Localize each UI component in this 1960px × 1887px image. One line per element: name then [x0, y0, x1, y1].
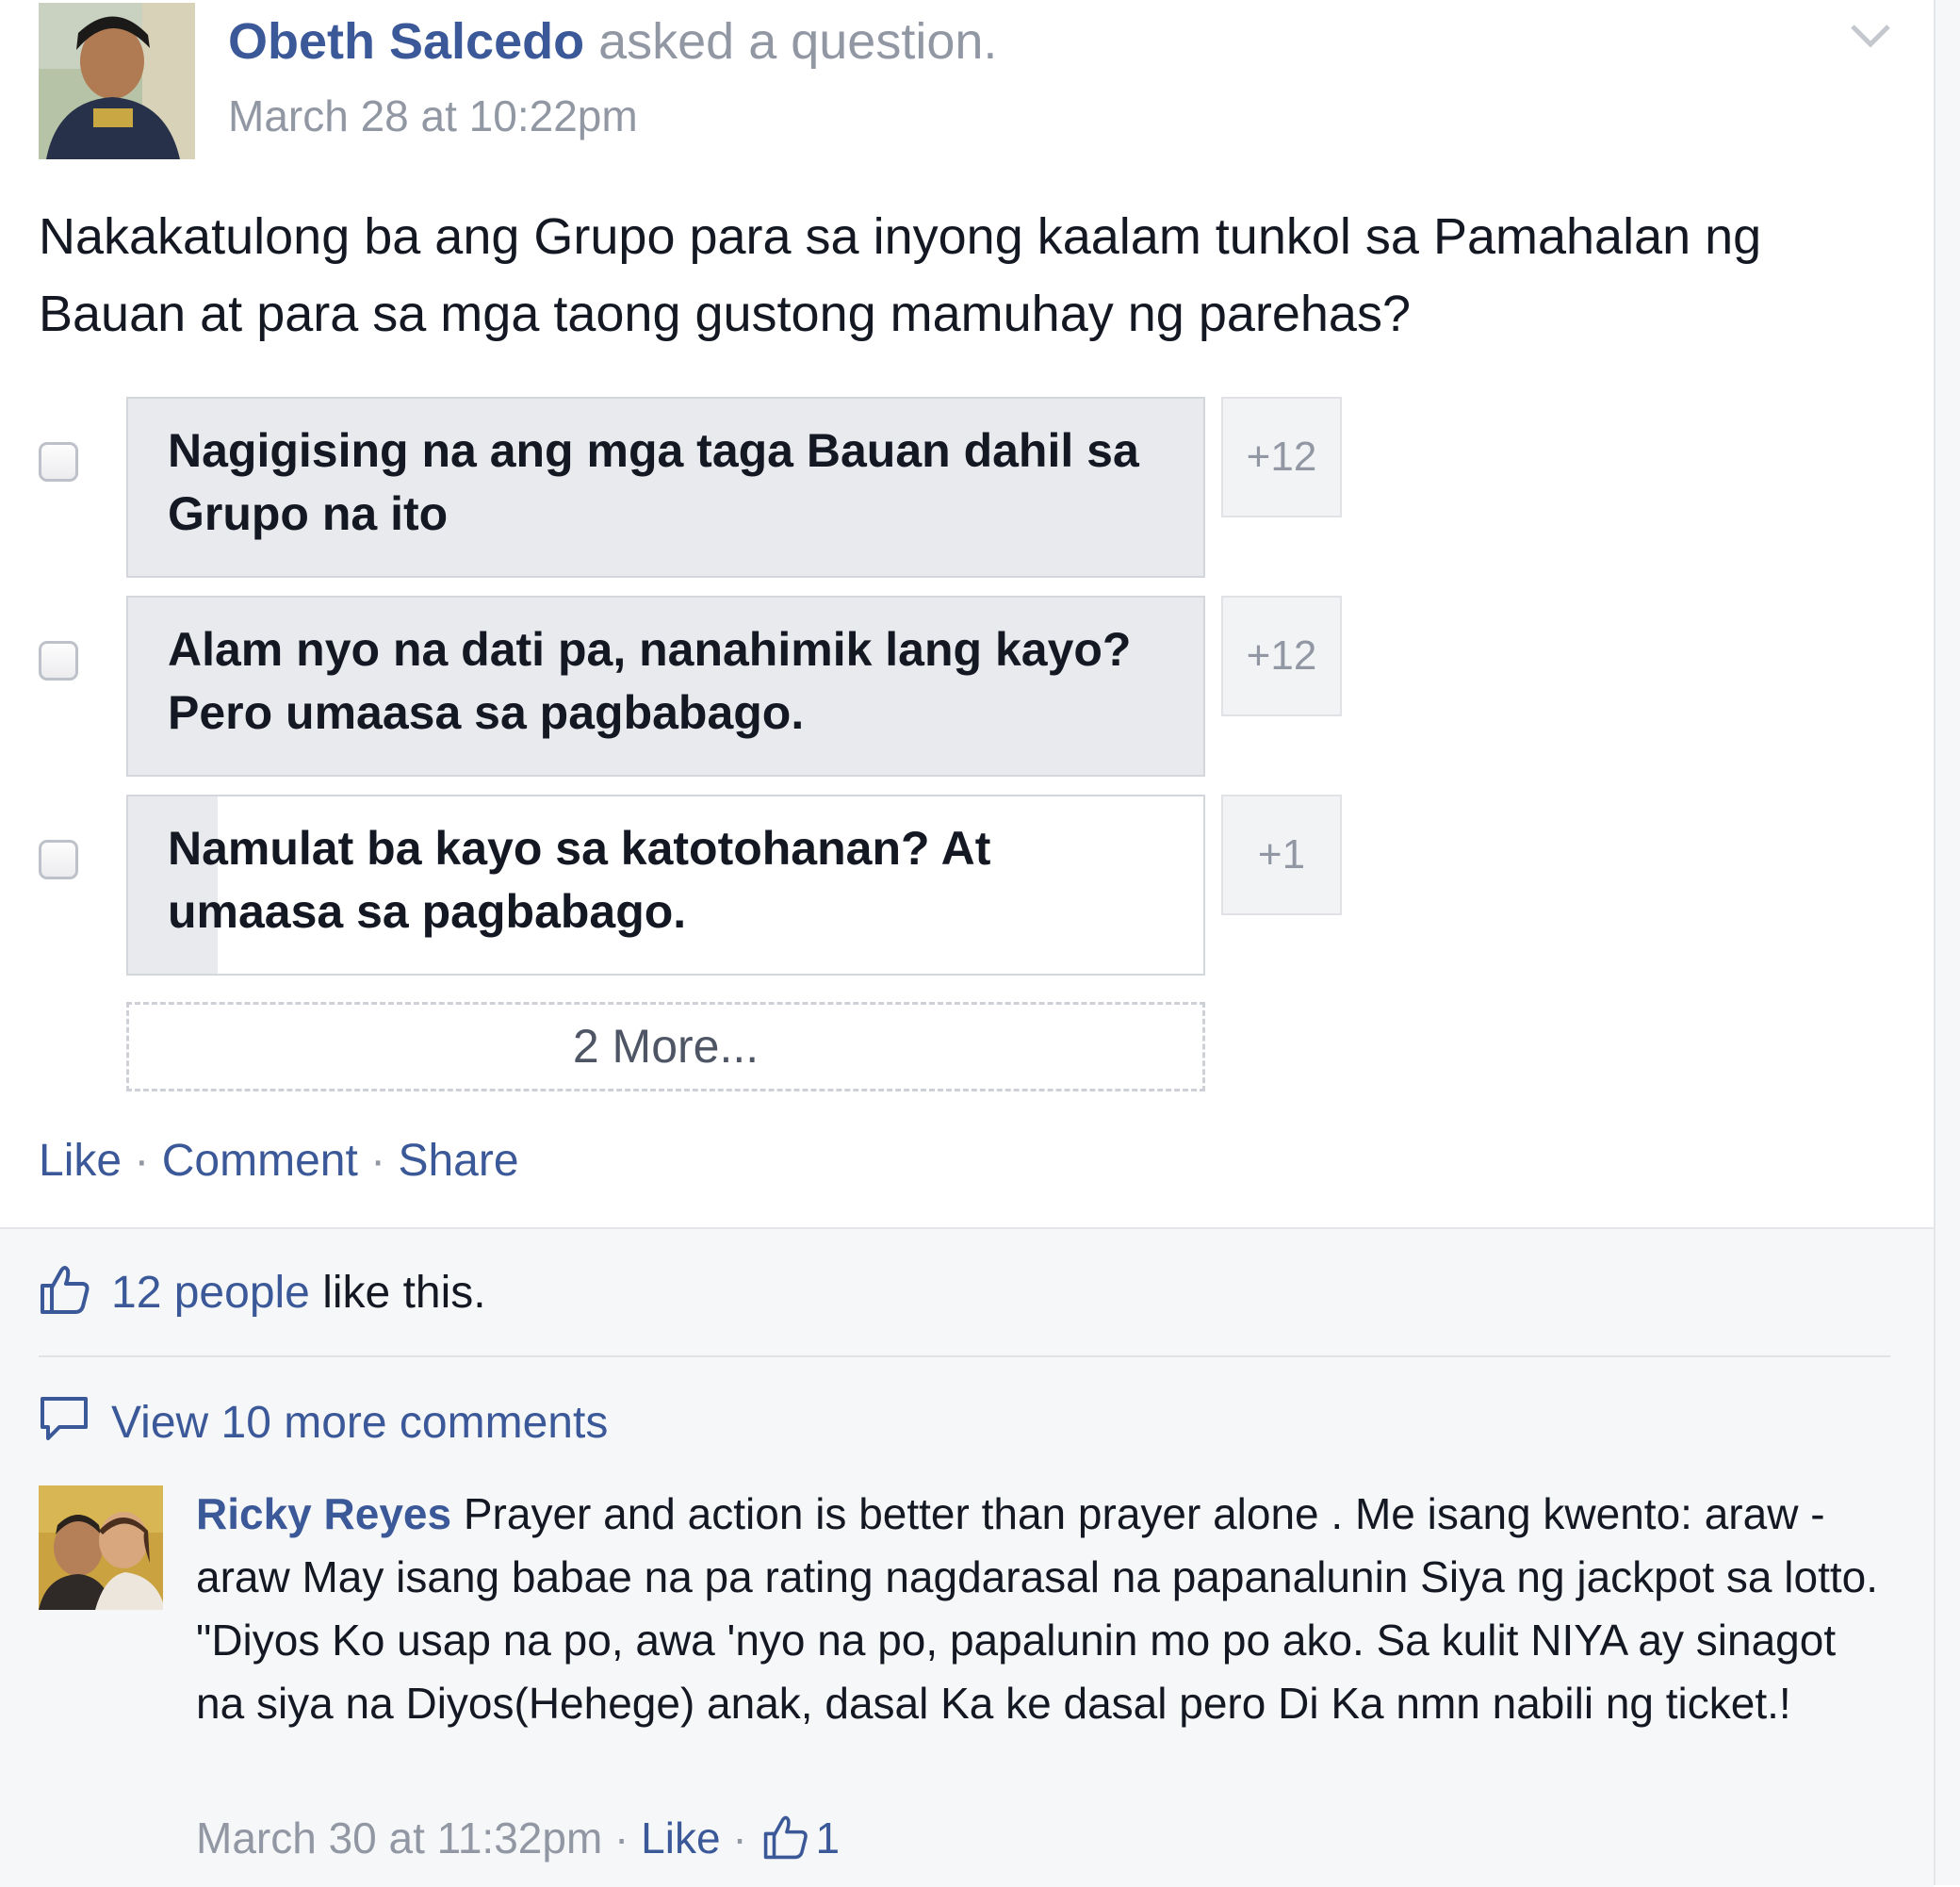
like-link[interactable]: Like	[39, 1136, 122, 1186]
speech-bubble-icon	[41, 1397, 88, 1440]
comment-link[interactable]: Comment	[162, 1136, 358, 1186]
question-text: Nakakatulong ba ang Grupo para sa inyong…	[39, 208, 1762, 342]
scroll-gutter	[1934, 0, 1960, 1885]
post-timestamp[interactable]: March 28 at 10:22pm	[228, 90, 638, 141]
poll-option-row: Nagigising na ang mga taga Bauan dahil s…	[39, 397, 1358, 578]
poll-option[interactable]: Alam nyo na dati pa, nanahimik lang kayo…	[126, 596, 1205, 777]
separator-dot: ·	[370, 1136, 386, 1186]
commenter-avatar[interactable]	[39, 1485, 163, 1610]
question-post: Obeth Salcedo asked a question. March 28…	[0, 0, 1934, 1887]
comment-timestamp[interactable]: March 30 at 11:32pm	[196, 1813, 602, 1862]
separator-dot: ·	[602, 1813, 642, 1862]
author-name[interactable]: Obeth Salcedo	[228, 13, 584, 70]
poll-option-votes[interactable]: +1	[1221, 795, 1342, 915]
comment-like-count[interactable]: 1	[815, 1813, 840, 1862]
share-link[interactable]: Share	[398, 1136, 518, 1186]
chevron-down-icon[interactable]	[1849, 19, 1892, 51]
poll-option-votes[interactable]: +12	[1221, 397, 1342, 517]
comment-body: Ricky Reyes Prayer and action is better …	[196, 1483, 1892, 1735]
view-more-comments-link[interactable]: View 10 more comments	[111, 1395, 608, 1452]
likes-summary: 12 people like this.	[111, 1265, 486, 1321]
poll-option[interactable]: Namulat ba kayo sa katotohanan? At umaas…	[126, 795, 1205, 976]
likes-people-link[interactable]: 12 people	[111, 1268, 310, 1318]
poll-option-checkbox[interactable]	[39, 641, 78, 681]
poll-option-votes[interactable]: +12	[1221, 596, 1342, 716]
post-action-text: asked a question.	[584, 13, 998, 70]
separator-dot: ·	[720, 1813, 760, 1862]
poll-option-label: Namulat ba kayo sa katotohanan? At umaas…	[168, 822, 991, 938]
poll-option-label: Nagigising na ang mga taga Bauan dahil s…	[168, 424, 1139, 540]
poll-option-row: Alam nyo na dati pa, nanahimik lang kayo…	[39, 596, 1358, 777]
poll-option-checkbox[interactable]	[39, 840, 78, 879]
poll-option-label: Alam nyo na dati pa, nanahimik lang kayo…	[168, 623, 1132, 739]
likes-suffix: like this.	[309, 1268, 486, 1318]
comment-meta: March 30 at 11:32pm · Like · 1	[196, 1808, 840, 1868]
thumbs-up-icon	[764, 1815, 808, 1860]
separator-dot: ·	[134, 1136, 150, 1186]
more-options-button[interactable]: 2 More...	[126, 1002, 1205, 1091]
poll-option[interactable]: Nagigising na ang mga taga Bauan dahil s…	[126, 397, 1205, 578]
thumbs-up-icon	[41, 1266, 90, 1314]
post-header: Obeth Salcedo asked a question.	[228, 8, 997, 75]
comment-like-link[interactable]: Like	[641, 1813, 720, 1862]
post-actions: Like · Comment · Share	[39, 1131, 519, 1191]
commenter-name[interactable]: Ricky Reyes	[196, 1489, 451, 1538]
poll-option-row: Namulat ba kayo sa katotohanan? At umaas…	[39, 795, 1358, 976]
poll-option-checkbox[interactable]	[39, 442, 78, 482]
ufi-divider	[39, 1355, 1890, 1357]
author-avatar[interactable]	[39, 3, 195, 159]
